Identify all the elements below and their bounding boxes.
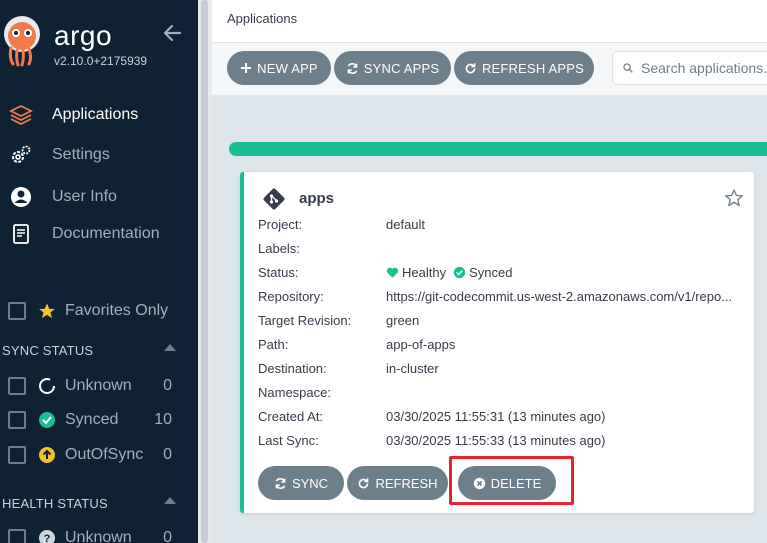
- argo-logo-icon: [2, 14, 42, 70]
- page-title: Applications: [227, 11, 298, 26]
- filter-sync-unknown[interactable]: Unknown 0: [0, 373, 198, 399]
- filter-sync-outofsync[interactable]: OutOfSync 0: [0, 442, 198, 468]
- sidebar-item-label: Applications: [52, 106, 139, 123]
- filter-count: 0: [163, 377, 172, 394]
- path-label: Path:: [258, 337, 289, 352]
- refresh-button[interactable]: REFRESH: [347, 466, 448, 500]
- delete-highlight-box: [449, 456, 574, 505]
- redo-icon: [465, 62, 476, 73]
- brand-name: argo: [54, 20, 113, 51]
- arrow-up-circle-icon: [38, 446, 56, 464]
- sidebar-item-applications[interactable]: Applications: [0, 99, 198, 131]
- project-label: Project:: [258, 217, 303, 232]
- filter-count: 0: [163, 529, 172, 543]
- circle-notch-icon: [38, 377, 56, 395]
- search-input[interactable]: [641, 60, 767, 76]
- collapse-caret-icon[interactable]: [164, 497, 176, 504]
- namespace-label: Namespace:: [258, 385, 331, 400]
- svg-text:?: ?: [44, 533, 51, 543]
- plus-icon: [241, 63, 252, 73]
- top-bar: Applications: [212, 0, 767, 43]
- filter-sync-synced[interactable]: Synced 10: [0, 407, 198, 433]
- layers-icon: [8, 102, 34, 128]
- destination-value: in-cluster: [386, 361, 439, 376]
- sync-icon: [275, 477, 286, 489]
- filter-count: 0: [163, 446, 172, 463]
- filter-label: Synced: [65, 411, 119, 428]
- filter-label: OutOfSync: [65, 446, 144, 463]
- sync-status-header: SYNC STATUS: [2, 343, 94, 358]
- created-at-label: Created At:: [258, 409, 324, 424]
- status-progress-bar: [229, 142, 767, 156]
- question-circle-icon: ?: [38, 529, 56, 543]
- new-app-label: NEW APP: [257, 60, 318, 76]
- health-status-header: HEALTH STATUS: [2, 496, 108, 511]
- filter-checkbox[interactable]: [8, 411, 26, 429]
- book-icon: [8, 221, 34, 247]
- search-box[interactable]: [612, 51, 767, 85]
- repository-value: https://git-codecommit.us-west-2.amazona…: [386, 289, 733, 304]
- status-label: Status:: [258, 265, 299, 280]
- path-value: app-of-apps: [386, 337, 456, 352]
- sidebar-item-label: Settings: [52, 146, 110, 163]
- last-sync-value: 03/30/2025 11:55:33 (13 minutes ago): [386, 433, 606, 448]
- destination-label: Destination:: [258, 361, 327, 376]
- sidebar-scrollbar-thumb[interactable]: [201, 0, 208, 543]
- refresh-label: REFRESH: [375, 475, 438, 491]
- status-value: Healthy Synced: [386, 265, 512, 280]
- sync-label: SYNC: [291, 475, 329, 491]
- gears-icon: [8, 142, 34, 168]
- favorites-filter[interactable]: Favorites Only: [0, 298, 198, 324]
- sidebar: argo v2.10.0+2175939 Applications Settin…: [0, 0, 198, 543]
- filter-checkbox[interactable]: [8, 529, 26, 543]
- refresh-apps-button[interactable]: REFRESH APPS: [454, 51, 594, 85]
- user-icon: [8, 184, 34, 210]
- app-name[interactable]: apps: [299, 190, 334, 207]
- filter-label: Unknown: [65, 377, 132, 394]
- sidebar-item-settings[interactable]: Settings: [0, 139, 198, 171]
- filter-count: 10: [154, 411, 172, 428]
- repository-label: Repository:: [258, 289, 324, 304]
- heart-icon: [386, 267, 399, 278]
- sync-status-text: Synced: [469, 265, 513, 280]
- check-circle-icon: [38, 411, 56, 429]
- toolbar: NEW APP SYNC APPS REFRESH APPS: [212, 43, 767, 95]
- favorite-star-icon[interactable]: [724, 188, 744, 208]
- favorites-checkbox[interactable]: [8, 302, 26, 320]
- new-app-button[interactable]: NEW APP: [227, 51, 331, 85]
- last-sync-label: Last Sync:: [258, 433, 319, 448]
- filter-health-unknown[interactable]: ? Unknown 0: [0, 525, 198, 543]
- refresh-apps-label: REFRESH APPS: [481, 60, 585, 76]
- sidebar-item-label: Documentation: [52, 225, 160, 242]
- check-circle-icon: [453, 266, 466, 279]
- sidebar-item-label: User Info: [52, 188, 117, 205]
- filter-label: Unknown: [65, 529, 132, 543]
- redo-icon: [359, 477, 369, 488]
- sidebar-item-user-info[interactable]: User Info: [0, 181, 198, 213]
- sync-apps-label: SYNC APPS: [363, 60, 440, 76]
- star-icon: [38, 302, 56, 320]
- filter-checkbox[interactable]: [8, 377, 26, 395]
- sync-button[interactable]: SYNC: [258, 466, 344, 500]
- sync-icon: [347, 62, 358, 74]
- git-icon: [262, 187, 286, 211]
- sidebar-item-documentation[interactable]: Documentation: [0, 218, 198, 250]
- filter-checkbox[interactable]: [8, 446, 26, 464]
- project-value: default: [386, 217, 426, 232]
- created-at-value: 03/30/2025 11:55:31 (13 minutes ago): [386, 409, 606, 424]
- target-revision-value: green: [386, 313, 420, 328]
- collapse-caret-icon[interactable]: [164, 344, 176, 351]
- search-icon: [623, 63, 633, 73]
- labels-label: Labels:: [258, 241, 300, 256]
- favorites-label: Favorites Only: [65, 302, 169, 319]
- sync-apps-button[interactable]: SYNC APPS: [334, 51, 451, 85]
- target-revision-label: Target Revision:: [258, 313, 352, 328]
- version-label: v2.10.0+2175939: [54, 54, 148, 68]
- collapse-sidebar-icon[interactable]: [162, 22, 184, 44]
- health-status-text: Healthy: [402, 265, 447, 280]
